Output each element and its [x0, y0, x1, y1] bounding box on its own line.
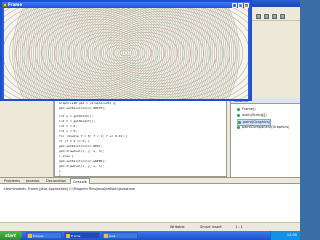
code-line: Graphics2D g2d = (Graphics2D) g; [59, 101, 117, 105]
code-line: int x = 0; [59, 124, 78, 128]
code-line: g2d.drawOval(x, y, w, h); [59, 149, 105, 153]
method-icon [237, 113, 240, 117]
outline-item-label: main(String[]) [242, 113, 267, 117]
close-button[interactable]: × [244, 2, 249, 8]
status-writable: Writable [170, 225, 185, 229]
taskbar-item[interactable]: Java [102, 232, 138, 239]
toolbar-button[interactable] [264, 14, 269, 19]
outline-item[interactable]: paintComponent(Graphics) [237, 125, 289, 130]
code-line: if (f % 2 == 0) { [59, 139, 90, 143]
method-icon [238, 120, 241, 124]
minimize-icon: _ [233, 3, 236, 8]
ring-ellipse [123, 50, 133, 56]
outline-item[interactable]: Frame() [237, 107, 256, 112]
code-line: g2d.setPaint(Color.WHITE); [59, 106, 106, 110]
start-label: start [5, 233, 16, 238]
tab-problems[interactable]: Problems [2, 178, 22, 184]
start-button[interactable]: start [0, 231, 22, 240]
app-icon [104, 234, 108, 238]
console-panel: Problems Javadoc Declaration Console <te… [0, 177, 300, 222]
close-icon: × [245, 3, 248, 8]
ring-ellipse [105, 24, 198, 82]
minimize-button[interactable]: _ [232, 2, 237, 8]
outline-item-label: Frame() [242, 107, 256, 111]
outline-panel: Outline Frame() main(String[]) paint(Gra… [230, 98, 300, 177]
code-line: g2d.setPaint(Color.RED); [59, 144, 103, 148]
taskbar-item-label: Java [109, 234, 116, 238]
system-tray: 12:00 [270, 231, 300, 240]
outline-item[interactable]: main(String[]) [237, 113, 267, 118]
code-line: int w = getWidth(); [59, 114, 94, 118]
code-line: } else { [59, 154, 74, 158]
tab-javadoc[interactable]: Javadoc [24, 178, 42, 184]
taskbar: start Eclipse Frame Java 12:00 [0, 231, 300, 240]
outline-item-label: paintComponent(Graphics) [242, 125, 290, 129]
frame-window: Frame _ □ × [0, 0, 252, 101]
desktop: Graphics2D g2d = (Graphics2D) g; g2d.set… [0, 0, 300, 240]
console-tab-bar: Problems Javadoc Declaration Console [0, 178, 300, 184]
toolbar-button[interactable] [256, 14, 261, 19]
package-explorer-panel [0, 98, 54, 177]
tab-declaration[interactable]: Declaration [44, 178, 68, 184]
concentric-ellipses-drawing [4, 8, 248, 99]
drawing-canvas [4, 8, 248, 99]
code-line: for (double f = 0; f < 1; f += 0.01) { [59, 134, 128, 138]
console-output: <terminated> Frame [Java Application] C:… [3, 187, 135, 191]
taskbar-item-label: Eclipse [33, 234, 44, 238]
code-line: int h = getHeight(); [59, 119, 96, 123]
status-insert-mode: Smart Insert [200, 225, 222, 229]
toolbar-button[interactable] [280, 14, 285, 19]
java-app-icon [3, 3, 7, 7]
clock: 12:00 [286, 233, 297, 237]
taskbar-item-label: Frame [71, 234, 81, 238]
code-line: int y = 0; [59, 129, 78, 133]
status-bar: Writable Smart Insert 1 : 1 [0, 222, 300, 231]
status-cursor-position: 1 : 1 [235, 225, 243, 229]
code-line: g2d.drawOval(x, y, w, h); [59, 164, 105, 168]
app-icon [66, 234, 70, 238]
app-icon [28, 234, 32, 238]
taskbar-item-active[interactable]: Frame [64, 232, 100, 239]
code-editor[interactable]: Graphics2D g2d = (Graphics2D) g; g2d.set… [54, 98, 227, 177]
toolbar-button[interactable] [272, 14, 277, 19]
outline-item-label: paint(Graphics) [243, 120, 271, 124]
tab-console[interactable]: Console [70, 178, 90, 184]
maximize-icon: □ [239, 3, 243, 8]
ring-ellipse [54, 24, 147, 82]
maximize-button[interactable]: □ [238, 2, 243, 8]
method-icon [237, 107, 240, 111]
method-icon [237, 125, 240, 129]
code-line: g2d.setPaint(Color.GREEN); [59, 159, 106, 163]
taskbar-item[interactable]: Eclipse [26, 232, 62, 239]
